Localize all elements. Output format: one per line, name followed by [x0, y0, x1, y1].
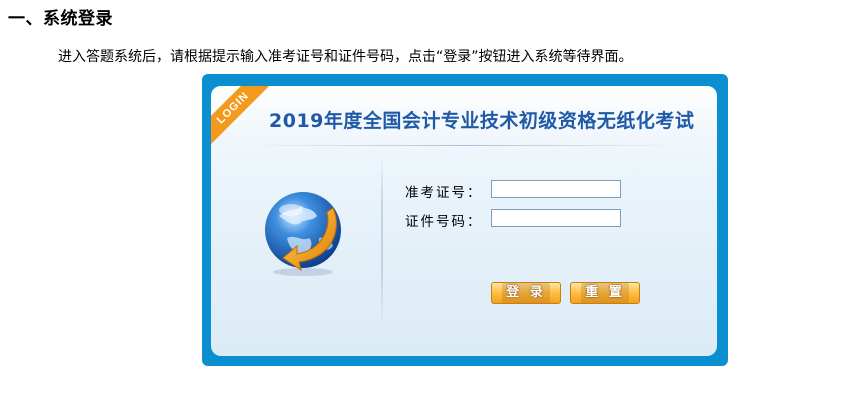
- exam-title: 2019年度全国会计专业技术初级资格无纸化考试: [269, 110, 695, 132]
- reset-button-label: 重 置: [581, 283, 629, 303]
- login-panel: 2019年度全国会计专业技术初级资格无纸化考试 LOGIN 准考证号： 证件号码…: [211, 86, 717, 356]
- panel-divider: [381, 156, 383, 326]
- login-button[interactable]: 登 录: [491, 282, 561, 304]
- login-ribbon-text: LOGIN: [211, 86, 279, 154]
- id-number-label: 证件号码：: [405, 214, 483, 230]
- admission-number-input[interactable]: [491, 180, 621, 198]
- login-ribbon: LOGIN: [211, 86, 282, 154]
- intro-text: 进入答题系统后，请根据提示输入准考证号和证件号码，点击“登录”按钮进入系统等待界…: [58, 49, 633, 65]
- id-number-input[interactable]: [491, 209, 621, 227]
- section-title: 一、系统登录: [8, 9, 113, 29]
- globe-arrow-icon: [265, 192, 341, 276]
- login-frame: 2019年度全国会计专业技术初级资格无纸化考试 LOGIN 准考证号： 证件号码…: [202, 74, 728, 366]
- login-button-label: 登 录: [502, 283, 550, 303]
- reset-button[interactable]: 重 置: [570, 282, 640, 304]
- login-header: 2019年度全国会计专业技术初级资格无纸化考试: [211, 86, 717, 146]
- admission-number-label: 准考证号：: [405, 185, 483, 201]
